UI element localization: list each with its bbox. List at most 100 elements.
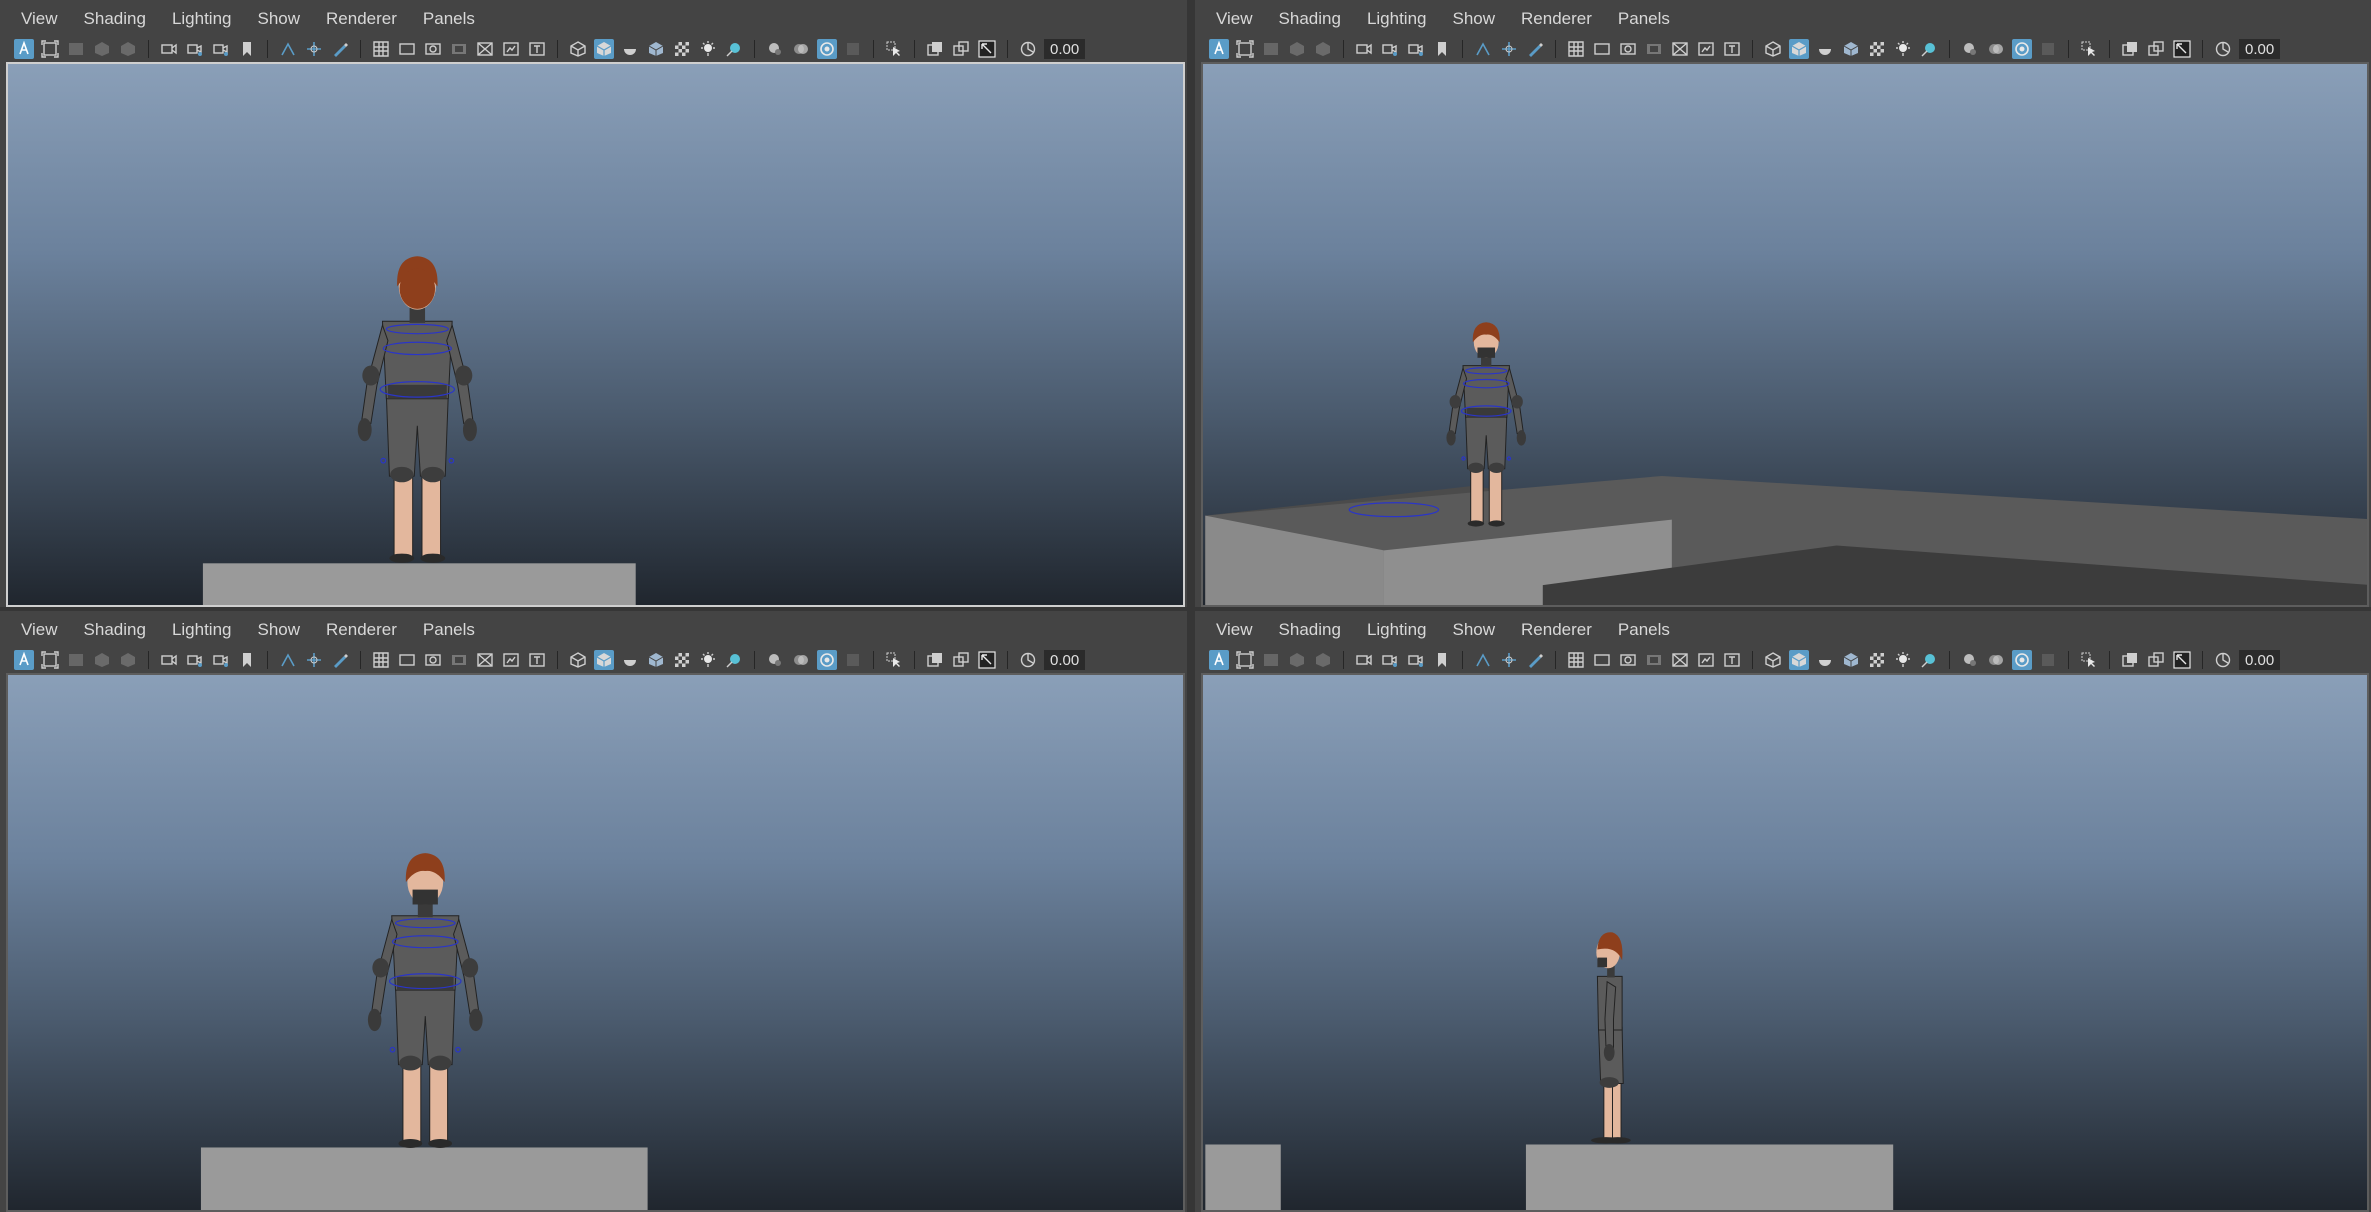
field-chart-icon[interactable]	[1670, 650, 1690, 670]
menu-shading[interactable]: Shading	[71, 611, 159, 649]
resolution-gate-icon[interactable]	[423, 650, 443, 670]
cube-icon[interactable]	[92, 39, 112, 59]
film-gate-icon[interactable]	[397, 650, 417, 670]
menu-panels[interactable]: Panels	[1605, 0, 1683, 38]
gate-mask-icon[interactable]	[449, 39, 469, 59]
xray-icon[interactable]	[843, 650, 863, 670]
exposure-field[interactable]: 0.00	[1044, 39, 1086, 59]
frame-icon[interactable]	[40, 39, 60, 59]
resolution-gate-icon[interactable]	[1618, 39, 1638, 59]
motion-blur-icon[interactable]	[765, 39, 785, 59]
frame-icon[interactable]	[40, 650, 60, 670]
xray-active-icon[interactable]	[2172, 650, 2192, 670]
shaded-wireframe-icon[interactable]	[620, 39, 640, 59]
viewport-top-right[interactable]	[1201, 62, 2369, 607]
smooth-shade-icon[interactable]	[1789, 39, 1809, 59]
frame-icon[interactable]	[1235, 650, 1255, 670]
exposure-icon[interactable]	[1018, 39, 1038, 59]
menu-lighting[interactable]: Lighting	[1354, 0, 1440, 38]
field-chart-icon[interactable]	[1670, 39, 1690, 59]
safe-action-icon[interactable]	[1696, 39, 1716, 59]
scene-render[interactable]	[8, 675, 1183, 1210]
shadows-icon[interactable]	[1893, 650, 1913, 670]
cube-icon[interactable]	[1287, 650, 1307, 670]
select-camera-icon[interactable]	[159, 650, 179, 670]
field-chart-icon[interactable]	[475, 39, 495, 59]
frame-icon[interactable]	[1235, 39, 1255, 59]
xray-icon[interactable]	[2038, 650, 2058, 670]
xray-active-icon[interactable]	[977, 39, 997, 59]
menu-view[interactable]: View	[8, 0, 71, 38]
scene-render[interactable]	[1203, 675, 2367, 1210]
anti-alias-icon[interactable]	[791, 650, 811, 670]
stack2-icon[interactable]	[2146, 39, 2166, 59]
exposure-icon[interactable]	[2213, 650, 2233, 670]
safe-action-icon[interactable]	[501, 39, 521, 59]
select-all-icon[interactable]	[14, 39, 34, 59]
menu-show[interactable]: Show	[1440, 0, 1509, 38]
layout-icon[interactable]	[1261, 650, 1281, 670]
isolate-select-icon[interactable]	[2012, 650, 2032, 670]
xray-icon[interactable]	[843, 39, 863, 59]
menu-lighting[interactable]: Lighting	[1354, 611, 1440, 649]
safe-title-icon[interactable]	[1722, 650, 1742, 670]
snap-icon[interactable]	[278, 39, 298, 59]
select-arrow-icon[interactable]	[884, 39, 904, 59]
move-icon[interactable]	[1499, 39, 1519, 59]
motion-blur-icon[interactable]	[1960, 39, 1980, 59]
panel-divider-horizontal[interactable]	[0, 607, 2371, 611]
menu-shading[interactable]: Shading	[1266, 0, 1354, 38]
resolution-gate-icon[interactable]	[423, 39, 443, 59]
safe-title-icon[interactable]	[1722, 39, 1742, 59]
move-icon[interactable]	[1499, 650, 1519, 670]
textured-icon[interactable]	[646, 39, 666, 59]
xray-active-icon[interactable]	[977, 650, 997, 670]
select-arrow-icon[interactable]	[2079, 39, 2099, 59]
menu-shading[interactable]: Shading	[1266, 611, 1354, 649]
cube-icon[interactable]	[1313, 650, 1333, 670]
film-gate-icon[interactable]	[397, 39, 417, 59]
snap-icon[interactable]	[278, 650, 298, 670]
select-camera-icon[interactable]	[159, 39, 179, 59]
move-icon[interactable]	[304, 39, 324, 59]
lights-icon[interactable]	[672, 650, 692, 670]
cube-icon[interactable]	[118, 39, 138, 59]
grid-icon[interactable]	[1566, 650, 1586, 670]
select-arrow-icon[interactable]	[2079, 650, 2099, 670]
wireframe-icon[interactable]	[1763, 650, 1783, 670]
layout-icon[interactable]	[1261, 39, 1281, 59]
stack-icon[interactable]	[925, 650, 945, 670]
bookmark-icon[interactable]	[237, 39, 257, 59]
shadows-icon[interactable]	[698, 39, 718, 59]
shadows-icon[interactable]	[1893, 39, 1913, 59]
exposure-icon[interactable]	[1018, 650, 1038, 670]
anti-alias-icon[interactable]	[1986, 39, 2006, 59]
menu-panels[interactable]: Panels	[1605, 611, 1683, 649]
safe-title-icon[interactable]	[527, 650, 547, 670]
panel-divider-vertical[interactable]	[1187, 0, 1195, 1212]
xray-active-icon[interactable]	[2172, 39, 2192, 59]
wireframe-icon[interactable]	[568, 39, 588, 59]
stack-icon[interactable]	[2120, 650, 2140, 670]
textured-icon[interactable]	[646, 650, 666, 670]
select-camera-icon[interactable]	[1354, 650, 1374, 670]
isolate-select-icon[interactable]	[2012, 39, 2032, 59]
paint-icon[interactable]	[1525, 39, 1545, 59]
paint-icon[interactable]	[330, 39, 350, 59]
ambient-occlusion-icon[interactable]	[1919, 650, 1939, 670]
shaded-wireframe-icon[interactable]	[1815, 650, 1835, 670]
stack2-icon[interactable]	[951, 650, 971, 670]
cube-icon[interactable]	[1287, 39, 1307, 59]
exposure-field[interactable]: 0.00	[2239, 650, 2281, 670]
scene-render[interactable]	[8, 64, 1183, 605]
smooth-shade-icon[interactable]	[594, 650, 614, 670]
safe-action-icon[interactable]	[501, 650, 521, 670]
lights-icon[interactable]	[672, 39, 692, 59]
menu-panels[interactable]: Panels	[410, 611, 488, 649]
stack-icon[interactable]	[925, 39, 945, 59]
anti-alias-icon[interactable]	[791, 39, 811, 59]
menu-show[interactable]: Show	[245, 611, 314, 649]
move-icon[interactable]	[304, 650, 324, 670]
menu-renderer[interactable]: Renderer	[1508, 611, 1605, 649]
gate-mask-icon[interactable]	[449, 650, 469, 670]
